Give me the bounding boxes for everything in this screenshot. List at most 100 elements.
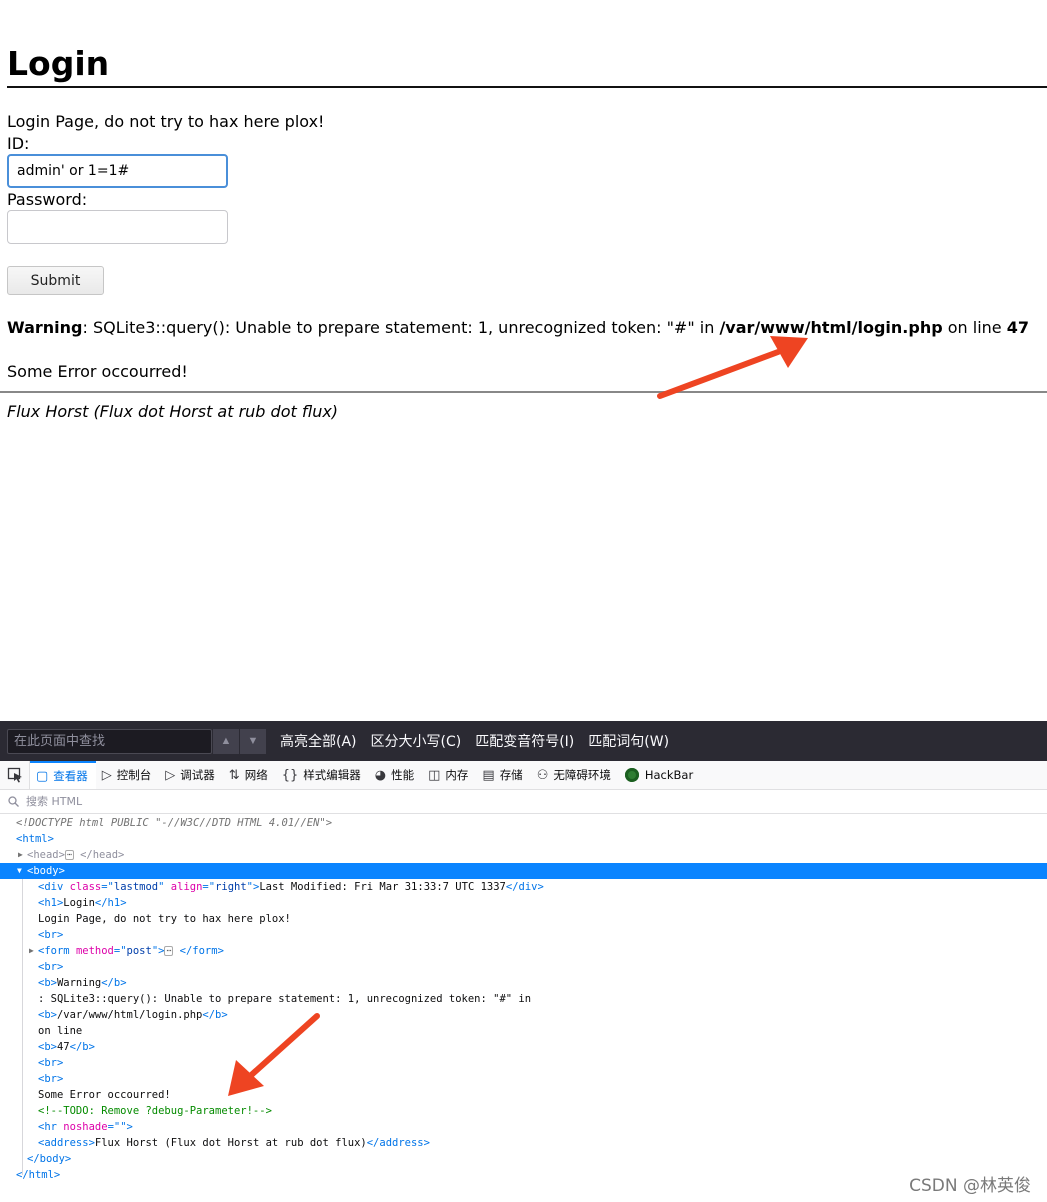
tree-line-lastmod-div[interactable]: <div class="lastmod" align="right">Last … — [0, 879, 1047, 895]
title-underline — [7, 86, 1047, 88]
tree-line-line-b[interactable]: <b>47</b> — [0, 1039, 1047, 1055]
style-editor-icon: {} — [281, 767, 299, 783]
tree-line-hr[interactable]: <hr noshade=""> — [0, 1119, 1047, 1135]
tab-storage[interactable]: ▤ 存储 — [476, 761, 530, 789]
whole-words-option[interactable]: 匹配词句(W) — [588, 731, 669, 751]
tree-line-on-line[interactable]: on line — [0, 1023, 1047, 1039]
tree-line-error-text[interactable]: Some Error occourred! — [0, 1087, 1047, 1103]
path-node-text: /var/www/html/login.php — [56, 1009, 203, 1021]
warning-node-text: Warning — [56, 977, 102, 989]
ellipsis-icon[interactable]: ⋯ — [64, 850, 74, 860]
tab-label: 样式编辑器 — [303, 768, 361, 782]
tree-line-br[interactable]: <br> — [0, 959, 1047, 975]
tree-line-body-close[interactable]: </body> — [0, 1151, 1047, 1167]
console-icon: ▷ — [101, 767, 112, 783]
tab-accessibility[interactable]: ⚇ 无障碍环境 — [531, 761, 619, 789]
tab-network[interactable]: ⇅ 网络 — [223, 761, 276, 789]
tab-label: 网络 — [244, 768, 268, 782]
tree-line-doctype[interactable]: <!DOCTYPE html PUBLIC "-//W3C//DTD HTML … — [0, 815, 1047, 831]
highlight-all-option[interactable]: 高亮全部(A) — [280, 731, 357, 751]
submit-button[interactable]: Submit — [7, 266, 104, 295]
tab-console[interactable]: ▷ 控制台 — [96, 761, 160, 789]
warning-path: /var/www/html/login.php — [719, 318, 943, 337]
warning-line-number: 47 — [1006, 318, 1029, 337]
tab-label: 内存 — [445, 768, 469, 782]
html-search-row — [0, 790, 1047, 814]
find-input[interactable] — [7, 728, 212, 754]
tree-line-head[interactable]: ▶ <head> ⋯ </head> — [0, 847, 1047, 863]
expand-triangle-icon[interactable]: ▶ — [18, 847, 23, 863]
php-warning: Warning: SQLite3::query(): Unable to pre… — [7, 318, 1029, 338]
expand-triangle-icon[interactable]: ▶ — [29, 943, 34, 959]
tab-label: 控制台 — [116, 768, 152, 782]
id-label: ID: — [7, 134, 30, 153]
tab-debugger[interactable]: ▷ 调试器 — [159, 761, 223, 789]
chevron-down-icon: ▼ — [247, 735, 259, 747]
password-input[interactable] — [7, 210, 228, 244]
intro-text: Login Page, do not try to hax here plox! — [7, 112, 325, 131]
address-text: Flux Horst (Flux dot Horst at rub dot fl… — [7, 402, 339, 421]
devtools-toolbar: ▢ 查看器 ▷ 控制台 ▷ 调试器 ⇅ 网络 {} 样式编辑器 ◕ 性能 ◫ 内存 ▤ 存储 ⚇… — [0, 761, 1047, 790]
page-title: Login — [7, 44, 110, 83]
tree-line-br[interactable]: <br> — [0, 1055, 1047, 1071]
html-search-input[interactable] — [24, 794, 324, 809]
find-bar: ▲ ▼ 高亮全部(A) 区分大小写(C) 匹配变音符号(I) 匹配词句(W) — [0, 721, 1047, 761]
tab-label: 无障碍环境 — [553, 768, 611, 782]
tree-line-form[interactable]: ▶ <form method="post"> ⋯ </form> — [0, 943, 1047, 959]
tree-line-intro-text[interactable]: Login Page, do not try to hax here plox! — [0, 911, 1047, 927]
h1-node-text: Login — [63, 897, 95, 909]
warning-label: Warning — [7, 318, 83, 337]
tab-hackbar[interactable]: HackBar — [619, 761, 701, 789]
tree-line-br[interactable]: <br> — [0, 1071, 1047, 1087]
id-input[interactable] — [7, 154, 228, 188]
find-next-button[interactable]: ▼ — [240, 728, 266, 754]
tree-line-br[interactable]: <br> — [0, 927, 1047, 943]
tree-line-warning-msg[interactable]: : SQLite3::query(): Unable to prepare st… — [0, 991, 1047, 1007]
address-node-text: Flux Horst (Flux dot Horst at rub dot fl… — [94, 1137, 367, 1149]
error-node-text: Some Error occourred! — [38, 1089, 171, 1101]
tab-inspector[interactable]: ▢ 查看器 — [30, 761, 96, 789]
horizontal-rule — [0, 391, 1047, 393]
warning-msg-node-text: : SQLite3::query(): Unable to prepare st… — [38, 993, 532, 1005]
watermark: CSDN @林英俊 — [909, 1176, 1031, 1196]
tree-line-h1[interactable]: <h1>Login</h1> — [0, 895, 1047, 911]
chevron-up-icon: ▲ — [220, 735, 232, 747]
tree-line-html-close[interactable]: </html> — [0, 1167, 1047, 1183]
tree-line-address[interactable]: <address>Flux Horst (Flux dot Horst at r… — [0, 1135, 1047, 1151]
ellipsis-icon[interactable]: ⋯ — [164, 946, 174, 956]
debugger-icon: ▷ — [165, 767, 176, 783]
tree-line-path-b[interactable]: <b>/var/www/html/login.php</b> — [0, 1007, 1047, 1023]
tab-label: 存储 — [499, 768, 523, 782]
doctype-text: <!DOCTYPE html PUBLIC "-//W3C//DTD HTML … — [16, 817, 333, 829]
todo-comment: <!--TODO: Remove ?debug-Parameter!--> — [38, 1105, 272, 1117]
search-icon — [8, 796, 19, 807]
warning-message: : SQLite3::query(): Unable to prepare st… — [82, 318, 720, 337]
intro-node-text: Login Page, do not try to hax here plox! — [38, 913, 291, 925]
performance-icon: ◕ — [374, 767, 387, 783]
network-icon: ⇅ — [228, 767, 240, 783]
find-previous-button[interactable]: ▲ — [213, 728, 239, 754]
tab-label: 调试器 — [180, 768, 215, 782]
tab-performance[interactable]: ◕ 性能 — [369, 761, 422, 789]
memory-icon: ◫ — [428, 767, 441, 783]
tree-line-body-open[interactable]: ▼ <body> — [0, 863, 1047, 879]
password-label: Password: — [7, 190, 88, 209]
match-case-option[interactable]: 区分大小写(C) — [371, 731, 462, 751]
collapse-triangle-icon[interactable]: ▼ — [17, 863, 22, 879]
tab-label: 查看器 — [53, 769, 88, 783]
markup-tree: <!DOCTYPE html PUBLIC "-//W3C//DTD HTML … — [0, 815, 1047, 1183]
accessibility-icon: ⚇ — [536, 767, 549, 783]
tab-style-editor[interactable]: {} 样式编辑器 — [276, 761, 369, 789]
element-picker-button[interactable] — [0, 761, 30, 789]
tab-label: HackBar — [644, 768, 694, 782]
hackbar-icon — [624, 768, 639, 782]
tree-line-html-open[interactable]: <html> — [0, 831, 1047, 847]
tree-line-comment[interactable]: <!--TODO: Remove ?debug-Parameter!--> — [0, 1103, 1047, 1119]
tree-line-warning-b[interactable]: <b>Warning</b> — [0, 975, 1047, 991]
on-line-node-text: on line — [38, 1025, 83, 1037]
storage-icon: ▤ — [482, 767, 495, 783]
match-diacritics-option[interactable]: 匹配变音符号(I) — [475, 731, 574, 751]
lastmod-text: Last Modified: Fri Mar 31:33:7 UTC 1337 — [259, 881, 506, 893]
tab-memory[interactable]: ◫ 内存 — [422, 761, 476, 789]
warning-on-line: on line — [942, 318, 1007, 337]
